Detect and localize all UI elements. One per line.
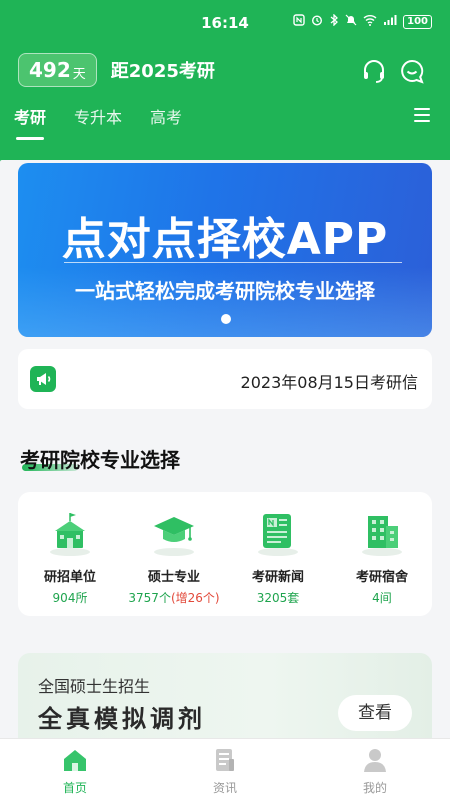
exam-tabs: 考研 专升本 高考 — [14, 104, 182, 140]
category-value: 3205套 — [226, 589, 330, 606]
category-recruiting-units[interactable]: 研招单位 904所 — [18, 508, 122, 606]
category-increase: (增26个) — [171, 591, 220, 605]
school-building-icon — [46, 508, 94, 556]
nav-profile[interactable]: 我的 — [325, 747, 425, 796]
nav-news[interactable]: 资讯 — [175, 747, 275, 796]
category-label: 考研宿舍 — [330, 566, 434, 585]
home-icon — [62, 747, 88, 773]
user-profile-icon — [362, 747, 388, 773]
bottom-navigation: 首页 资讯 我的 — [0, 738, 450, 800]
view-button[interactable]: 查看 — [338, 695, 412, 731]
tab-gaokao[interactable]: 高考 — [150, 104, 182, 140]
category-dormitory[interactable]: 考研宿舍 4间 — [330, 508, 434, 606]
category-card: 研招单位 904所 硕士专业 3757个(增26个) — [18, 492, 432, 616]
megaphone-icon — [30, 366, 56, 392]
countdown-bar: 492 天 距2025考研 — [18, 52, 215, 88]
signal-icon — [383, 14, 397, 29]
mute-icon — [345, 14, 357, 29]
category-label: 研招单位 — [18, 566, 122, 585]
headset-icon[interactable] — [361, 58, 387, 84]
category-value: 4间 — [330, 589, 434, 606]
category-label: 考研新闻 — [226, 566, 330, 585]
section-title: 考研院校专业选择 — [20, 444, 180, 473]
newspaper-icon — [254, 508, 302, 556]
nav-label: 资讯 — [175, 779, 275, 796]
category-exam-news[interactable]: 考研新闻 3205套 — [226, 508, 330, 606]
days-unit: 天 — [73, 63, 86, 82]
category-label: 硕士专业 — [122, 566, 226, 585]
notice-text: 2023年08月15日考研信 — [241, 369, 418, 393]
banner-divider — [64, 262, 402, 263]
banner-title: 点对点择校APP — [18, 203, 432, 267]
nav-home[interactable]: 首页 — [25, 747, 125, 796]
nfc-icon — [293, 14, 305, 29]
tab-zhuanshengben[interactable]: 专升本 — [74, 104, 122, 140]
category-value: 904所 — [18, 589, 122, 606]
tab-kaoyan[interactable]: 考研 — [14, 104, 46, 140]
countdown-title[interactable]: 距2025考研 — [111, 57, 215, 83]
banner-subtitle: 一站式轻松完成考研院校专业选择 — [18, 275, 432, 304]
dormitory-building-icon — [358, 508, 406, 556]
promo-banner[interactable]: 点对点择校APP 一站式轻松完成考研院校专业选择 — [18, 163, 432, 337]
status-icons: 100 — [293, 14, 432, 29]
wifi-icon — [363, 14, 377, 29]
nav-label: 首页 — [25, 779, 125, 796]
promo-title: 全真模拟调剂 — [38, 699, 206, 734]
menu-icon[interactable] — [414, 108, 430, 124]
category-master-majors[interactable]: 硕士专业 3757个(增26个) — [122, 508, 226, 606]
days-countdown-badge[interactable]: 492 天 — [18, 53, 97, 87]
bluetooth-icon — [329, 14, 339, 29]
category-value: 3757个(增26个) — [122, 589, 226, 606]
news-document-icon — [212, 747, 238, 773]
chat-bubble-icon[interactable] — [399, 58, 425, 84]
graduation-cap-icon — [150, 508, 198, 556]
notice-bar[interactable]: 2023年08月15日考研信 — [18, 349, 432, 409]
battery-icon: 100 — [403, 15, 432, 29]
nav-label: 我的 — [325, 779, 425, 796]
days-number: 492 — [29, 58, 71, 82]
banner-page-indicator — [221, 314, 231, 324]
promo-subtitle: 全国硕士生招生 — [38, 673, 150, 697]
status-bar: 16:14 100 — [0, 0, 450, 40]
alarm-icon — [311, 14, 323, 29]
